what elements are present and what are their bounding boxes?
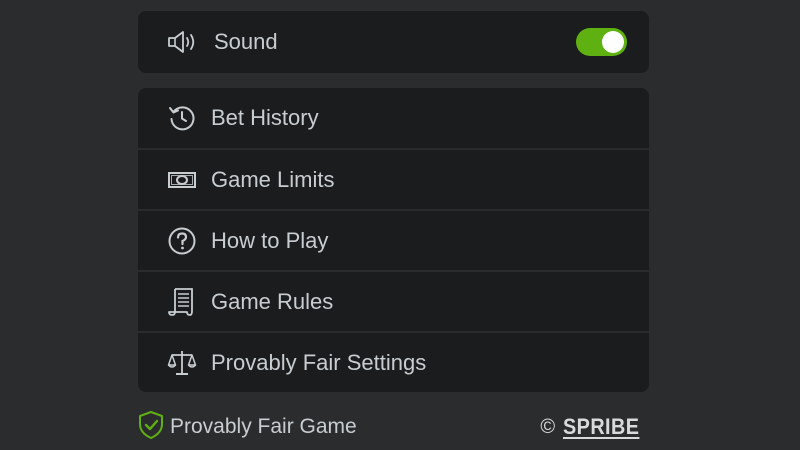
banknote-icon — [166, 164, 198, 196]
menu-item-game-rules[interactable]: Game Rules — [138, 270, 649, 331]
sound-toggle[interactable] — [576, 28, 627, 56]
copyright-symbol: © — [540, 415, 556, 438]
scroll-icon — [166, 286, 198, 318]
scales-icon — [166, 347, 198, 379]
spribe-logo: SPRIBE — [563, 414, 640, 439]
provably-fair-label: Provably Fair Game — [170, 415, 357, 438]
shield-check-icon — [138, 410, 164, 445]
menu-item-bet-history[interactable]: Bet History — [138, 88, 649, 148]
menu-item-label: Provably Fair Settings — [211, 349, 427, 375]
menu-item-how-to-play[interactable]: How to Play — [138, 209, 649, 270]
menu-item-label: How to Play — [211, 227, 329, 253]
settings-menu: Bet History Game Limits How to Play Game… — [138, 88, 649, 392]
history-icon — [166, 102, 198, 134]
menu-item-game-limits[interactable]: Game Limits — [138, 148, 649, 209]
menu-item-label: Bet History — [211, 105, 319, 130]
provably-fair-badge[interactable]: Provably Fair Game — [138, 410, 357, 445]
question-circle-icon — [166, 225, 198, 257]
menu-item-provably-fair-settings[interactable]: Provably Fair Settings — [138, 331, 649, 392]
toggle-knob — [602, 31, 624, 53]
sound-row: Sound — [138, 11, 649, 73]
sound-label: Sound — [214, 29, 278, 54]
menu-item-label: Game Limits — [211, 166, 335, 192]
menu-item-label: Game Rules — [211, 288, 334, 314]
footer: Provably Fair Game © SPRIBE — [138, 408, 648, 446]
speaker-icon — [166, 28, 200, 56]
brand-link[interactable]: © SPRIBE — [540, 414, 648, 440]
settings-panel: Sound Bet History Game Limits How to Pla… — [138, 11, 649, 392]
